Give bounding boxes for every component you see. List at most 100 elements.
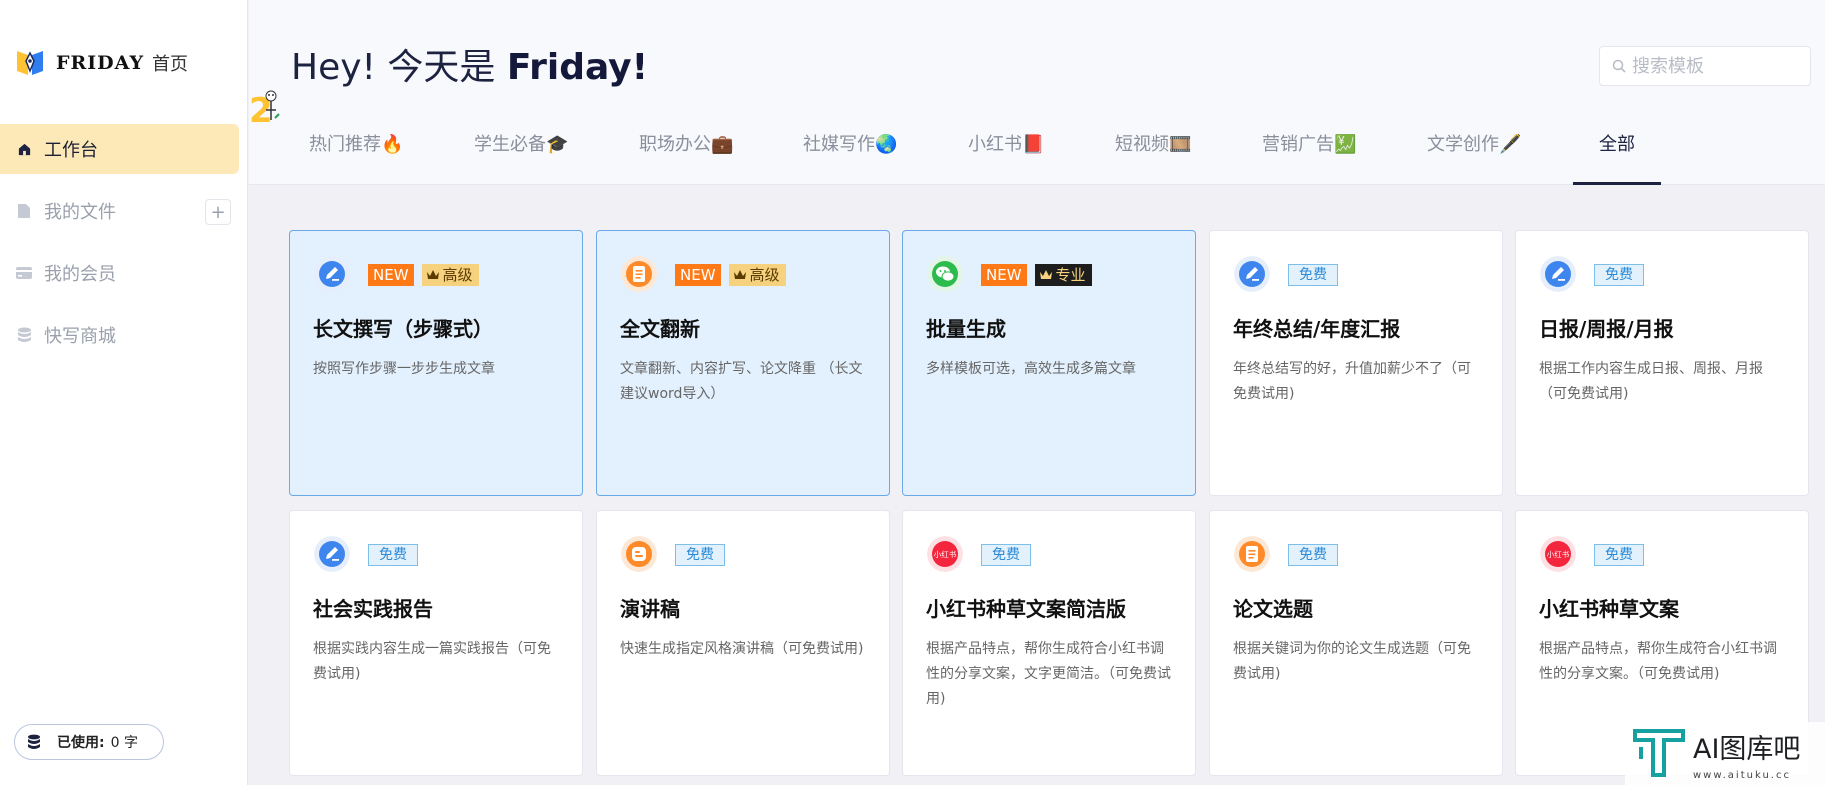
card-description: 根据实践内容生成一篇实践报告（可免费试用) bbox=[313, 641, 551, 682]
card-badges: 免费 bbox=[1288, 544, 1338, 566]
free-badge: 免费 bbox=[368, 544, 418, 566]
tab-label: 小红书📕 bbox=[968, 134, 1045, 155]
new-badge: NEW bbox=[981, 264, 1027, 286]
tab-all[interactable]: 全部 bbox=[1573, 130, 1661, 185]
xiaohongshu-icon: 小红书 bbox=[1540, 536, 1576, 572]
search-input[interactable] bbox=[1632, 55, 1802, 77]
tab-label: 文学创作🖋️ bbox=[1427, 134, 1522, 155]
template-card[interactable]: 免费 论文选题 根据关键词为你的论文生成选题（可免费试用) bbox=[1209, 510, 1503, 776]
card-badges: 免费 bbox=[675, 544, 725, 566]
tab-label: 热门推荐🔥 bbox=[309, 134, 404, 155]
document-icon bbox=[621, 256, 657, 292]
sidebar-item-workbench[interactable]: 工作台 bbox=[0, 124, 239, 174]
tab-label: 营销广告💹 bbox=[1262, 134, 1357, 155]
header: Hey! 今天是 Friday! 2 热门推荐🔥 学生必备🎓 职场办公💼 社媒写… bbox=[249, 0, 1825, 185]
card-description: 根据产品特点，帮你生成符合小红书调性的分享文案，文字更简洁。（可免费试用) bbox=[926, 641, 1171, 707]
friday-logo-icon bbox=[17, 51, 43, 75]
badge-label: 高级 bbox=[749, 266, 780, 284]
card-title: 日报/周报/月报 bbox=[1539, 317, 1674, 341]
badge-label: 高级 bbox=[442, 266, 473, 284]
tab-literature[interactable]: 文学创作🖋️ bbox=[1427, 130, 1521, 185]
card-badges: 免费 bbox=[981, 544, 1031, 566]
tab-social-media[interactable]: 社媒写作🌏 bbox=[803, 130, 897, 185]
new-badge: NEW bbox=[368, 264, 414, 286]
card-description: 根据工作内容生成日报、周报、月报（可免费试用) bbox=[1539, 361, 1763, 402]
tab-office[interactable]: 职场办公💼 bbox=[639, 130, 733, 185]
tab-label: 全部 bbox=[1599, 134, 1635, 155]
brand-name: FRIDAY bbox=[56, 52, 145, 74]
sidebar-item-my-membership[interactable]: 我的会员 bbox=[0, 248, 239, 298]
tab-hot[interactable]: 热门推荐🔥 bbox=[309, 130, 403, 185]
tab-marketing[interactable]: 营销广告💹 bbox=[1262, 130, 1356, 185]
tab-label: 学生必备🎓 bbox=[474, 134, 569, 155]
usage-label: 已使用: bbox=[57, 735, 105, 751]
template-card[interactable]: 小红书 免费 小红书种草文案简洁版 根据产品特点，帮你生成符合小红书调性的分享文案，文… bbox=[902, 510, 1196, 776]
free-badge: 免费 bbox=[675, 544, 725, 566]
card-title: 社会实践报告 bbox=[313, 597, 433, 621]
pro-badge: 专业 bbox=[1034, 264, 1092, 286]
brand-logo[interactable]: FRIDAY 首页 bbox=[14, 46, 188, 80]
card-title: 全文翻新 bbox=[620, 317, 700, 341]
template-card[interactable]: NEW 专业 批量生成 多样模板可选，高效生成多篇文章 bbox=[902, 230, 1196, 496]
free-badge: 免费 bbox=[1288, 544, 1338, 566]
tab-xiaohongshu[interactable]: 小红书📕 bbox=[968, 130, 1044, 185]
tab-label: 短视频🎞️ bbox=[1115, 134, 1192, 155]
template-card[interactable]: NEW 高级全文翻新文章翻新、内容扩写、论文降重 （长文建议word导入） bbox=[596, 230, 890, 496]
template-card[interactable]: 免费 演讲稿 快速生成指定风格演讲稿（可免费试用) bbox=[596, 510, 890, 776]
watermark-logo-icon bbox=[1633, 729, 1685, 777]
template-card[interactable]: 免费日报/周报/月报根据工作内容生成日报、周报、月报（可免费试用) bbox=[1515, 230, 1809, 496]
advanced-badge: 高级 bbox=[421, 264, 479, 286]
pen-icon bbox=[1540, 256, 1576, 292]
page-title: Hey! 今天是 Friday! bbox=[291, 38, 648, 90]
card-description: 快速生成指定风格演讲稿（可免费试用) bbox=[620, 641, 864, 657]
tab-short-video[interactable]: 短视频🎞️ bbox=[1115, 130, 1191, 185]
card-description: 根据产品特点，帮你生成符合小红书调性的分享文案。（可免费试用) bbox=[1539, 641, 1777, 682]
card-badges: 免费 bbox=[1594, 264, 1644, 286]
template-card[interactable]: 免费社会实践报告根据实践内容生成一篇实践报告（可免费试用) bbox=[289, 510, 583, 776]
usage-indicator[interactable]: 已使用: 0 字 bbox=[14, 724, 164, 760]
card-badges: 免费 bbox=[1288, 264, 1338, 286]
card-title: 长文撰写（步骤式） bbox=[313, 317, 493, 341]
watermark-url: www.aituku.cc bbox=[1693, 770, 1791, 781]
greeting-day: Friday! bbox=[506, 47, 649, 88]
category-tabs: 热门推荐🔥 学生必备🎓 职场办公💼 社媒写作🌏 小红书📕 短视频🎞️ 营销广告💹… bbox=[249, 120, 1825, 185]
card-description: 文章翻新、内容扩写、论文降重 （长文建议word导入） bbox=[620, 361, 863, 402]
card-badges: NEW 专业 bbox=[981, 264, 1092, 286]
badge-label: 专业 bbox=[1055, 266, 1086, 284]
coins-icon bbox=[28, 734, 40, 749]
free-badge: 免费 bbox=[1288, 264, 1338, 286]
new-badge: NEW bbox=[675, 264, 721, 286]
sidebar-item-label: 工作台 bbox=[44, 140, 98, 161]
card-badges: NEW 高级 bbox=[368, 264, 479, 286]
tab-students[interactable]: 学生必备🎓 bbox=[474, 130, 568, 185]
sidebar-item-label: 我的会员 bbox=[44, 264, 116, 285]
template-card[interactable]: 免费年终总结/年度汇报年终总结写的好，升值加薪少不了（可免费试用) bbox=[1209, 230, 1503, 496]
card-title: 论文选题 bbox=[1233, 597, 1313, 621]
tab-label: 社媒写作🌏 bbox=[803, 134, 898, 155]
template-card[interactable]: NEW 高级 长文撰写（步骤式） 按照写作步骤一步步生成文章 bbox=[289, 230, 583, 496]
card-title: 小红书种草文案 bbox=[1539, 597, 1679, 621]
card-icon bbox=[16, 265, 32, 281]
crown-icon bbox=[426, 270, 439, 279]
search-box[interactable] bbox=[1599, 46, 1811, 86]
pen-icon bbox=[314, 256, 350, 292]
free-badge: 免费 bbox=[1594, 264, 1644, 286]
card-title: 年终总结/年度汇报 bbox=[1233, 317, 1401, 341]
document-icon bbox=[1234, 536, 1270, 572]
wechat-icon bbox=[927, 256, 963, 292]
card-title: 小红书种草文案简洁版 bbox=[926, 597, 1126, 621]
crown-icon bbox=[1039, 270, 1052, 279]
card-description: 年终总结写的好，升值加薪少不了（可免费试用) bbox=[1233, 361, 1471, 402]
home-icon bbox=[16, 141, 32, 157]
card-description: 多样模板可选，高效生成多篇文章 bbox=[926, 361, 1136, 377]
free-badge: 免费 bbox=[981, 544, 1031, 566]
sidebar-item-store[interactable]: 快写商城 bbox=[0, 310, 239, 360]
sidebar-nav: 工作台 我的文件 + 我的会员 快写商城 bbox=[0, 124, 248, 372]
search-icon bbox=[1612, 59, 1626, 73]
brand-home-label: 首页 bbox=[152, 54, 189, 75]
free-badge: 免费 bbox=[1594, 544, 1644, 566]
sidebar-item-my-files[interactable]: 我的文件 + bbox=[0, 186, 239, 236]
add-file-button[interactable]: + bbox=[205, 199, 231, 225]
sidebar-item-label: 我的文件 bbox=[44, 202, 116, 223]
active-tab-underline bbox=[1573, 182, 1661, 185]
